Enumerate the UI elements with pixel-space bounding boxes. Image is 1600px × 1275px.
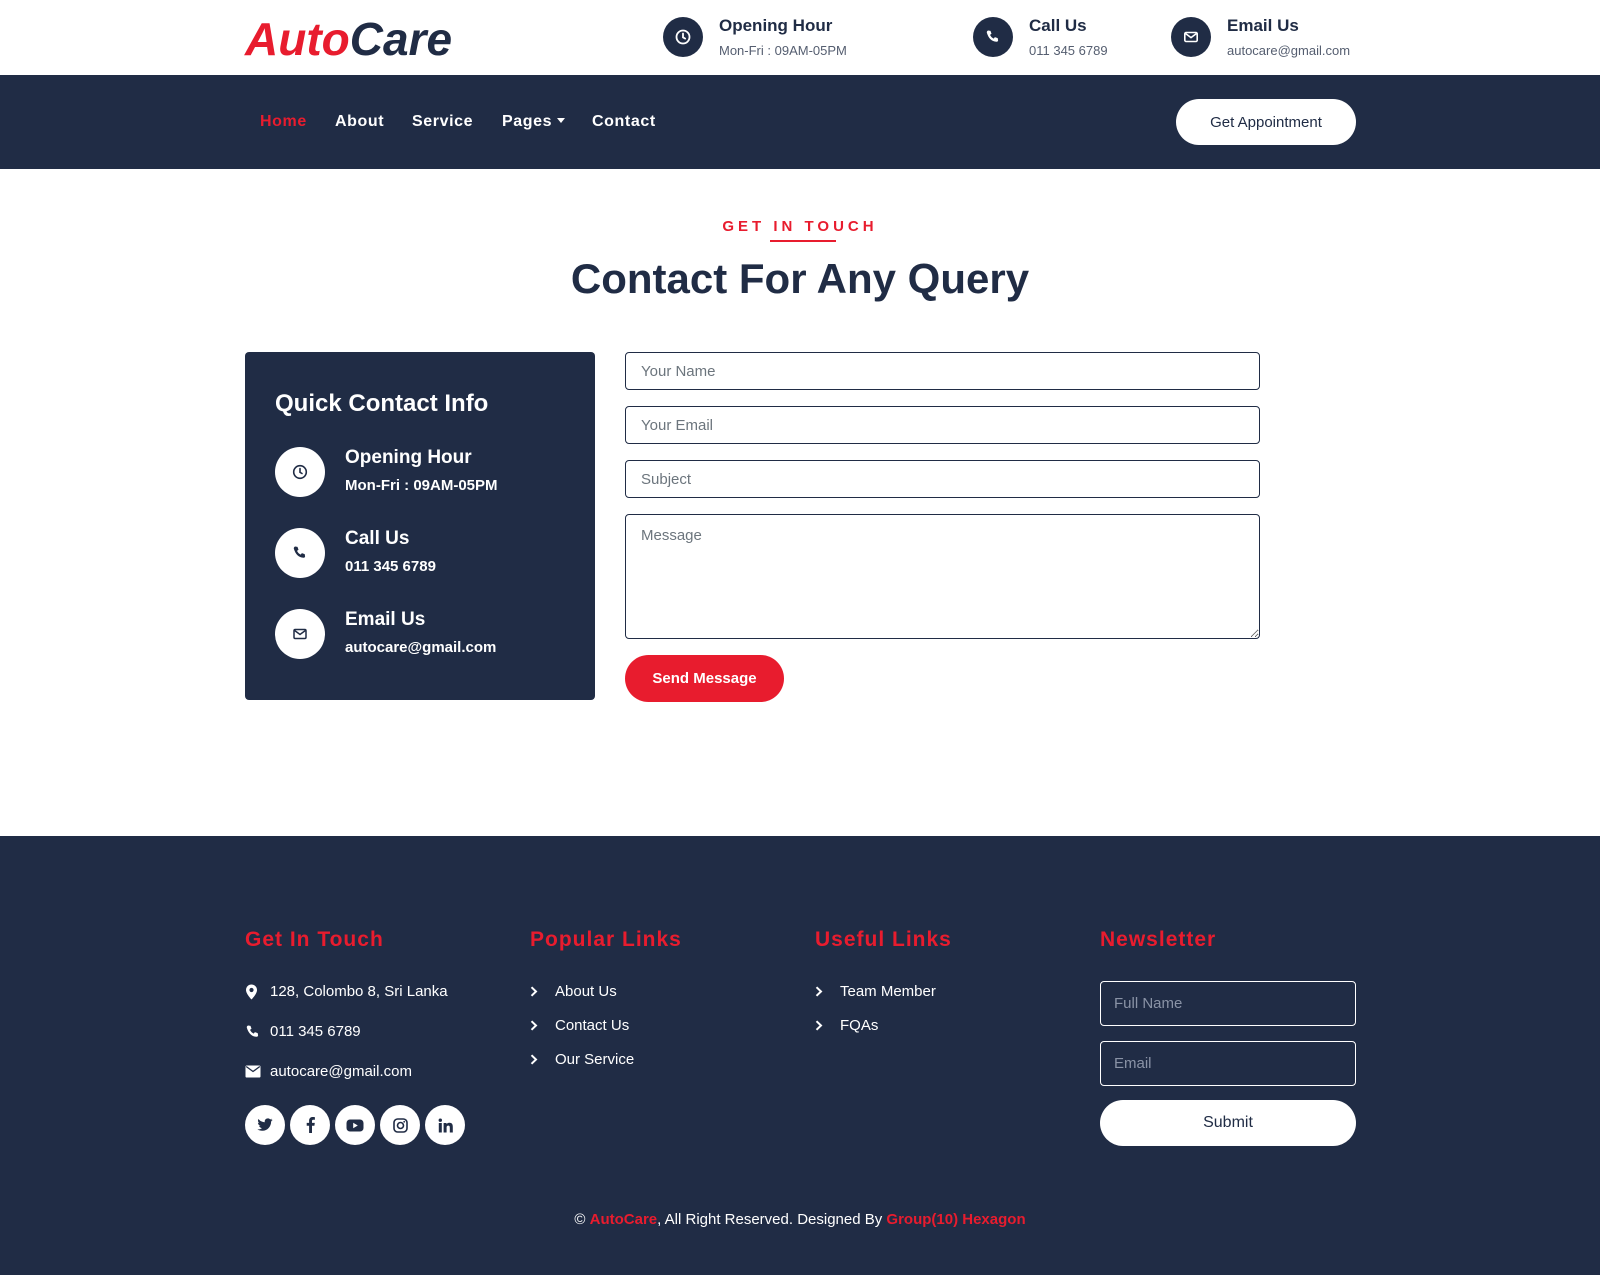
envelope-icon [245,1065,263,1078]
eyebrow-underline [770,240,836,242]
instagram-icon[interactable] [380,1105,420,1145]
top-email-us-title: Email Us [1227,16,1299,35]
get-appointment-button[interactable]: Get Appointment [1176,99,1356,145]
chevron-right-icon [815,1020,833,1031]
copyright-body: , All Right Reserved. Designed By [657,1211,887,1228]
quick-contact-opening-hour-value: Mon-Fri : 09AM-05PM [345,477,498,494]
copyright-brand-link[interactable]: AutoCare [590,1211,658,1228]
logo-part-care: Care [349,13,453,65]
quick-contact-email-us-title: Email Us [345,609,426,630]
copyright-designer-link[interactable]: Group(10) Hexagon [886,1211,1025,1228]
footer-phone: 011 345 6789 [245,1023,361,1040]
section-eyebrow: GET IN TOUCH [722,218,878,235]
top-opening-hour-value: Mon-Fri : 09AM-05PM [719,43,847,58]
email-input[interactable] [625,406,1260,444]
youtube-icon[interactable] [335,1105,375,1145]
quick-contact-opening-hour: Opening Hour Mon-Fri : 09AM-05PM [275,447,575,499]
newsletter-submit-button[interactable]: Submit [1100,1100,1356,1146]
nav-contact[interactable]: Contact [592,113,656,131]
footer-link-fqas[interactable]: FQAs [815,1017,878,1034]
footer-get-in-touch-heading: Get In Touch [245,928,384,951]
newsletter-name-input[interactable] [1100,981,1356,1026]
quick-contact-opening-hour-title: Opening Hour [345,447,472,468]
envelope-icon [1171,17,1211,57]
subject-input[interactable] [625,460,1260,498]
nav-pages-dropdown[interactable]: Pages [502,113,566,131]
message-textarea[interactable] [625,514,1260,639]
chevron-right-icon [815,986,833,997]
footer-link-contact-us-label: Contact Us [555,1017,630,1034]
footer-link-team-member[interactable]: Team Member [815,983,936,1000]
copyright-text: © AutoCare, All Right Reserved. Designed… [0,1211,1600,1228]
logo-part-auto: Auto [245,13,350,65]
envelope-icon [275,609,325,659]
top-call-us-value: 011 345 6789 [1029,43,1108,58]
twitter-icon[interactable] [245,1105,285,1145]
phone-icon [973,17,1013,57]
chevron-right-icon [530,986,548,997]
phone-icon [275,528,325,578]
facebook-icon[interactable] [290,1105,330,1145]
footer-popular-links-heading: Popular Links [530,928,682,951]
newsletter-email-input[interactable] [1100,1041,1356,1086]
quick-contact-title: Quick Contact Info [275,390,489,417]
footer-link-team-member-label: Team Member [840,983,936,1000]
phone-icon [245,1024,263,1040]
map-marker-icon [245,984,263,1000]
caret-down-icon [557,118,566,123]
quick-contact-call-us-title: Call Us [345,528,410,549]
linkedin-icon[interactable] [425,1105,465,1145]
nav-service[interactable]: Service [412,113,473,131]
quick-contact-call-us: Call Us 011 345 6789 [275,528,575,580]
quick-contact-email-us: Email Us autocare@gmail.com [275,609,575,661]
chevron-right-icon [530,1020,548,1031]
footer: Get In Touch 128, Colombo 8, Sri Lanka 0… [0,836,1600,1275]
copyright-symbol: © [574,1211,586,1228]
footer-useful-links-heading: Useful Links [815,928,952,951]
footer-email: autocare@gmail.com [245,1063,412,1080]
footer-link-fqas-label: FQAs [840,1017,879,1034]
footer-email-text: autocare@gmail.com [270,1063,412,1080]
top-opening-hour-title: Opening Hour [719,16,833,35]
footer-phone-text: 011 345 6789 [270,1023,361,1040]
chevron-right-icon [530,1054,548,1065]
footer-link-about-us-label: About Us [555,983,617,1000]
quick-contact-call-us-value: 011 345 6789 [345,558,436,575]
top-info-bar: AutoCare Opening Hour Mon-Fri : 09AM-05P… [0,0,1600,75]
nav-pages-label: Pages [502,113,553,130]
nav-home[interactable]: Home [260,113,307,131]
clock-icon [663,17,703,57]
top-call-us-title: Call Us [1029,16,1087,35]
top-email-us-value: autocare@gmail.com [1227,43,1351,58]
name-input[interactable] [625,352,1260,390]
footer-address-text: 128, Colombo 8, Sri Lanka [270,983,448,1000]
footer-link-our-service[interactable]: Our Service [530,1051,634,1068]
footer-newsletter-heading: Newsletter [1100,928,1217,951]
quick-contact-email-us-value: autocare@gmail.com [345,639,497,656]
page-title: Contact For Any Query [570,255,1030,302]
clock-icon [275,447,325,497]
footer-link-our-service-label: Our Service [555,1051,635,1068]
main-navbar: Home About Service Pages Contact Get App… [0,75,1600,169]
footer-address: 128, Colombo 8, Sri Lanka [245,983,448,1000]
footer-link-about-us[interactable]: About Us [530,983,617,1000]
send-message-button[interactable]: Send Message [625,655,784,702]
nav-about[interactable]: About [335,113,384,131]
footer-link-contact-us[interactable]: Contact Us [530,1017,629,1034]
logo[interactable]: AutoCare [245,14,452,64]
quick-contact-card: Quick Contact Info Opening Hour Mon-Fri … [245,352,595,700]
